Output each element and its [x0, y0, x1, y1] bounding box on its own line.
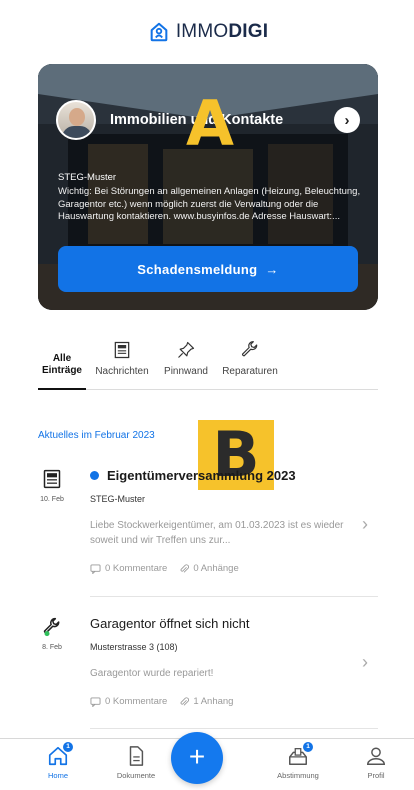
nav-home-label: Home — [47, 771, 68, 780]
entry-stats: 0 Kommentare 1 Anhang — [90, 696, 233, 707]
chevron-right-icon: › — [362, 514, 368, 534]
unread-dot — [90, 471, 99, 480]
news-icon — [43, 469, 61, 489]
home-badge: 1 — [63, 742, 73, 752]
app-logo-text: IMMODIGI — [175, 21, 269, 42]
ballot-box-icon: 1 — [287, 742, 313, 767]
document-icon — [125, 745, 147, 767]
attachments-count: 1 Anhang — [179, 696, 233, 707]
nav-documents[interactable]: Dokumente — [106, 745, 166, 780]
tab-all-entries[interactable]: Alle Einträge — [38, 334, 86, 390]
comment-icon — [90, 563, 101, 574]
tab-pinboard[interactable]: Pinnwand — [158, 334, 214, 389]
overlay-marker-a: A — [186, 87, 234, 160]
entry-date: 10. Feb — [40, 496, 64, 503]
wrench-icon — [43, 617, 60, 637]
entry-title: Garagentor öffnet sich nicht — [90, 616, 250, 631]
hero-notice-text: Wichtig: Bei Störungen an allgemeinen An… — [58, 186, 361, 222]
entry-title: Eigentümerversammlung 2023 — [90, 468, 296, 483]
entry-author: STEG-Muster — [90, 494, 146, 504]
tab-repairs[interactable]: Reparaturen — [218, 334, 282, 389]
paperclip-icon — [180, 696, 190, 706]
divider — [90, 596, 378, 597]
pin-icon — [178, 341, 195, 358]
paperclip-icon — [180, 563, 190, 573]
tab-pinboard-label: Pinnwand — [164, 366, 208, 377]
damage-report-label: Schadensmeldung — [137, 261, 258, 277]
home-icon: 1 — [47, 742, 73, 767]
add-button[interactable]: + — [171, 732, 223, 784]
tab-news[interactable]: Nachrichten — [90, 334, 154, 389]
nav-documents-label: Dokumente — [116, 771, 156, 780]
section-title: Aktuelles im Februar 2023 — [38, 430, 155, 441]
entry-preview: Liebe Stockwerkeigentümer, am 01.03.2023… — [90, 520, 344, 546]
tab-repairs-label: Reparaturen — [222, 366, 278, 377]
arrow-right-icon: → — [265, 261, 279, 277]
list-item[interactable]: 8. Feb Garagentor öffnet sich nicht Must… — [38, 616, 378, 716]
nav-voting[interactable]: 1 Abstimmung — [268, 742, 328, 780]
entry-stats: 0 Kommentare 0 Anhänge — [90, 563, 239, 574]
tab-news-label: Nachrichten — [95, 366, 149, 377]
damage-report-button[interactable]: Schadensmeldung → — [58, 246, 358, 292]
user-icon — [365, 745, 387, 767]
house-logo-icon — [150, 22, 168, 42]
nav-profile-label: Profil — [367, 771, 385, 780]
entry-tabs: Alle Einträge Nachrichten Pinnwand Repar… — [38, 334, 378, 390]
wrench-icon — [241, 341, 258, 357]
entry-date: 8. Feb — [42, 644, 62, 651]
app-header: IMMODIGI — [18, 0, 398, 64]
chevron-right-icon: › — [362, 652, 368, 672]
voting-badge: 1 — [303, 742, 313, 752]
divider — [90, 728, 378, 729]
comment-icon — [90, 696, 101, 707]
avatar — [56, 100, 96, 140]
comments-count: 0 Kommentare — [90, 563, 167, 574]
tab-all-label: Alle Einträge — [41, 353, 82, 376]
nav-profile[interactable]: Profil — [346, 745, 406, 780]
list-item[interactable]: 10. Feb Eigentümerversammlung 2023 STEG-… — [38, 468, 378, 578]
entry-preview: Garagentor wurde repariert! — [90, 668, 214, 679]
comments-count: 0 Kommentare — [90, 696, 167, 707]
nav-home[interactable]: 1 Home — [28, 742, 88, 780]
chevron-right-icon[interactable]: › — [334, 107, 360, 133]
hero-org-name: STEG-Muster — [58, 172, 117, 183]
app-screen: IMMODIGI Immobilien und Kontakte › STEG-… — [18, 0, 398, 790]
attachments-count: 0 Anhänge — [179, 563, 239, 574]
news-icon — [114, 341, 130, 359]
nav-voting-label: Abstimmung — [277, 771, 319, 780]
entry-author: Musterstrasse 3 (108) — [90, 642, 178, 652]
